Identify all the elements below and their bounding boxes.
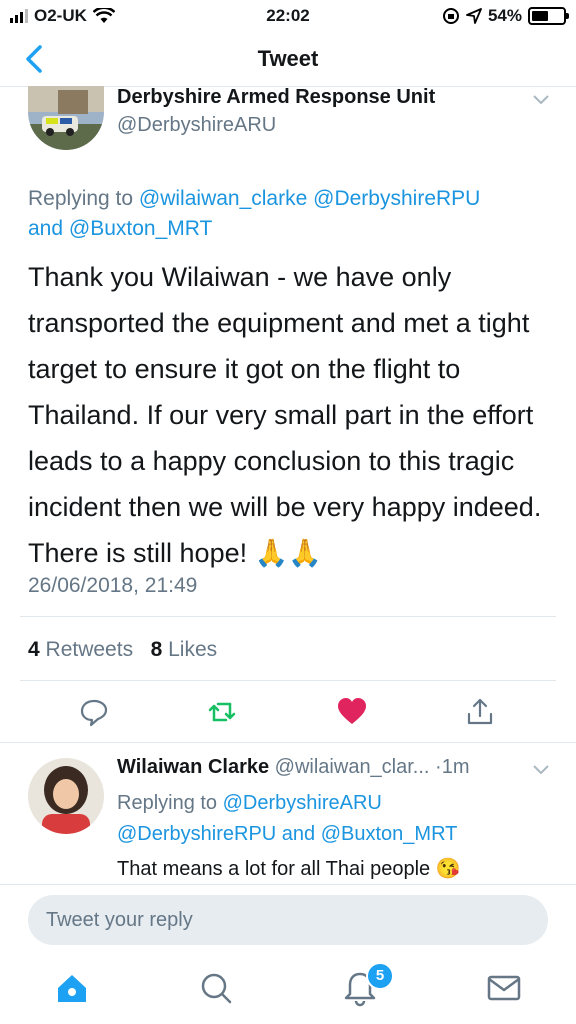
divider — [20, 680, 556, 681]
mention-link[interactable]: @DerbyshireRPU — [313, 187, 480, 210]
mention-link[interactable]: @DerbyshireRPU — [117, 823, 276, 845]
mail-icon[interactable] — [484, 968, 524, 1008]
retweets-label: Retweets — [45, 638, 134, 661]
mention-link[interactable]: @Buxton_MRT — [321, 823, 458, 845]
reply-input[interactable] — [28, 895, 548, 945]
mention-link[interactable]: @wilaiwan_clarke — [139, 187, 307, 210]
caret-down-icon[interactable] — [532, 764, 550, 776]
reply-icon[interactable] — [78, 696, 110, 728]
battery-percent: 54% — [487, 6, 522, 25]
retweet-icon[interactable] — [206, 696, 238, 728]
likes-label: Likes — [168, 638, 218, 661]
screen-lock-icon — [442, 8, 459, 24]
status-bar: O2-UK 22:02 54% — [0, 0, 576, 34]
share-icon[interactable] — [464, 696, 496, 728]
retweets-count: 4 — [28, 638, 40, 661]
likes-stat[interactable]: 8 Likes — [151, 638, 218, 661]
tweet-text: Thank you Wilaiwan - we have only transp… — [28, 262, 542, 568]
tweet-stats: 4 Retweets 8 Likes — [28, 638, 217, 662]
reply-text: That means a lot for all Thai people 😘 — [117, 858, 461, 880]
reply-composer — [0, 884, 576, 957]
reply-header: Wilaiwan Clarke @wilaiwan_clar... ·1m — [117, 756, 470, 779]
replying-to: Replying to @wilaiwan_clarke @Derbyshire… — [28, 184, 548, 244]
home-icon[interactable] — [52, 968, 92, 1008]
reply-author-handle[interactable]: @wilaiwan_clar... — [275, 756, 430, 778]
reply-replying-to: Replying to @DerbyshireARU @DerbyshireRP… — [117, 788, 547, 850]
search-icon[interactable] — [196, 968, 236, 1008]
replying-and: and — [281, 823, 316, 845]
location-arrow-icon — [466, 8, 482, 24]
likes-count: 8 — [150, 638, 163, 661]
tweet-actions — [0, 696, 576, 732]
notifications-badge: 5 — [366, 962, 394, 990]
replying-prefix: Replying to — [117, 792, 218, 814]
caret-down-icon[interactable] — [532, 94, 550, 106]
nav-bar: Tweet — [0, 34, 576, 87]
mention-link[interactable]: @Buxton_MRT — [69, 217, 212, 240]
page-title: Tweet — [257, 46, 319, 71]
author-handle[interactable]: @DerbyshireARU — [117, 114, 276, 137]
divider — [0, 742, 576, 743]
reply-dot: · — [435, 756, 442, 778]
reply-avatar[interactable] — [28, 758, 104, 834]
battery-icon — [528, 7, 569, 25]
author-avatar[interactable] — [28, 86, 104, 150]
status-right: 54% — [442, 6, 569, 26]
replying-prefix: Replying to — [28, 187, 134, 210]
tab-bar — [0, 958, 576, 1024]
reply-tweet[interactable]: Wilaiwan Clarke @wilaiwan_clar... ·1m Re… — [0, 744, 576, 884]
mention-link[interactable]: @DerbyshireARU — [223, 792, 382, 814]
divider — [20, 616, 556, 617]
replying-and: and — [28, 217, 64, 240]
author-name[interactable]: Derbyshire Armed Response Unit — [117, 86, 435, 109]
reply-author-name[interactable]: Wilaiwan Clarke — [117, 756, 269, 778]
retweets-stat[interactable]: 4 Retweets — [28, 638, 133, 661]
reply-time: 1m — [441, 756, 470, 778]
tweet-timestamp[interactable]: 26/06/2018, 21:49 — [28, 574, 197, 598]
heart-icon[interactable] — [336, 696, 368, 728]
